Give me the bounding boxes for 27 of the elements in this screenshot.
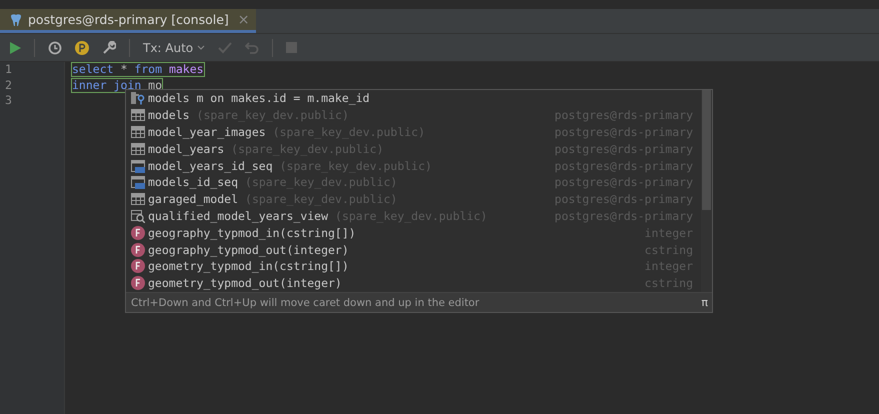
function-icon: [131, 276, 145, 290]
table-icon: [131, 108, 145, 122]
line-number: 3: [4, 93, 13, 108]
sequence-table-icon: [131, 175, 145, 190]
sequence-table-icon: [131, 158, 145, 173]
transaction-dropdown[interactable]: Tx: Auto: [143, 40, 206, 54]
scrollbar-thumb[interactable]: [702, 90, 711, 210]
pi-button[interactable]: π: [701, 296, 708, 309]
hint-text: Ctrl+Down and Ctrl+Up will move caret down and up in the editor: [131, 296, 480, 308]
history-icon[interactable]: [48, 40, 62, 54]
function-icon: [131, 242, 145, 257]
console-tab[interactable]: postgres@rds-primary [console] ×: [0, 9, 256, 33]
join-icon: [131, 91, 145, 106]
table-icon: [131, 124, 145, 139]
view-icon: [131, 208, 145, 223]
wrench-icon[interactable]: [102, 40, 116, 54]
line-number: 2: [4, 78, 13, 93]
table-icon: [131, 192, 145, 206]
chevron-icon: [197, 44, 206, 50]
function-icon: [131, 226, 145, 240]
table-icon: [131, 142, 145, 156]
function-icon: [131, 259, 145, 274]
p-circle-icon[interactable]: [75, 40, 89, 54]
run-icon[interactable]: [9, 42, 21, 54]
line-number: 1: [4, 62, 13, 78]
completion-item[interactable]: models m on makes.id = m.make_id: [131, 90, 693, 107]
check-icon[interactable]: [218, 42, 232, 54]
